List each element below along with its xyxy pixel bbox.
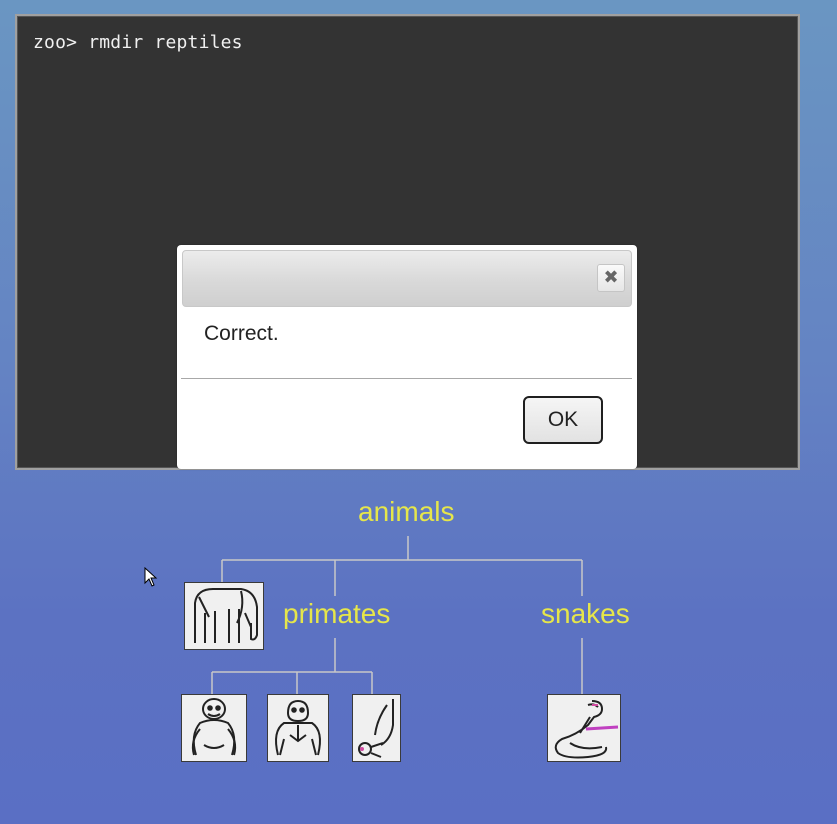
alert-dialog: ✖ Correct. OK: [177, 245, 637, 469]
tree-node-snakes[interactable]: snakes: [541, 598, 630, 630]
monkey-icon[interactable]: [352, 694, 401, 762]
tree-node-primates[interactable]: primates: [283, 598, 390, 630]
terminal-prompt: zoo>: [33, 32, 78, 53]
orangutan-icon[interactable]: [181, 694, 247, 762]
dialog-divider: [181, 378, 632, 379]
mouse-pointer-icon: [144, 566, 158, 592]
tree-lines: [211, 536, 583, 694]
tree-node-animals[interactable]: animals: [358, 496, 454, 528]
elephant-icon[interactable]: [184, 582, 264, 650]
dialog-message: Correct.: [204, 322, 279, 345]
gorilla-icon[interactable]: [267, 694, 329, 762]
directory-tree: animals primates snakes: [0, 480, 837, 824]
cobra-icon[interactable]: [547, 694, 621, 762]
ok-button[interactable]: OK: [523, 396, 603, 444]
terminal-line: zoo> rmdir reptiles: [33, 32, 243, 53]
close-icon[interactable]: ✖: [597, 264, 625, 292]
dialog-titlebar[interactable]: ✖: [182, 250, 632, 307]
terminal-command: rmdir reptiles: [88, 32, 243, 53]
